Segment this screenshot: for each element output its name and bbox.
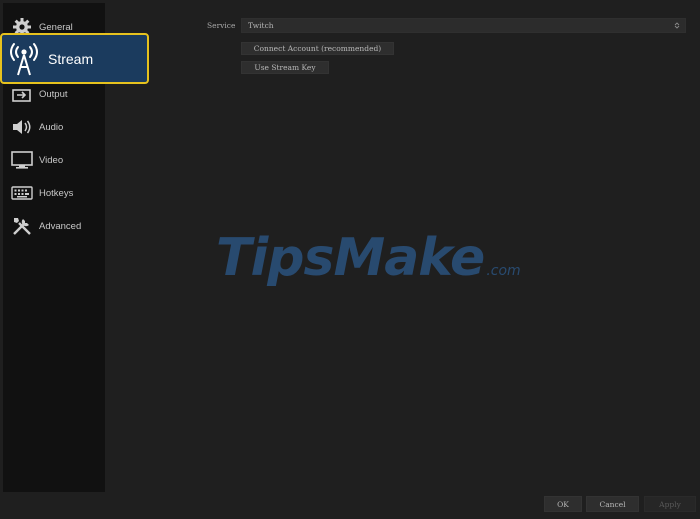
sidebar-item-hotkeys[interactable]: Hotkeys	[11, 182, 101, 204]
sidebar-item-label: Hotkeys	[39, 187, 74, 199]
sidebar-item-label: Audio	[39, 121, 64, 133]
service-select-value: Twitch	[248, 21, 274, 30]
ok-button[interactable]: OK	[544, 496, 582, 512]
settings-window: General Output Audio Video Hotkeys Advan…	[0, 0, 700, 519]
watermark-text: TipsMake	[216, 228, 485, 288]
apply-button[interactable]: Apply	[644, 496, 696, 512]
sidebar-item-label: Advanced	[39, 220, 82, 232]
monitor-icon	[11, 149, 33, 171]
sidebar-item-stream[interactable]: Stream	[0, 33, 149, 84]
tools-icon	[11, 215, 33, 237]
watermark-logo: TipsMake .com	[216, 228, 521, 288]
sidebar-item-label: Video	[39, 154, 64, 166]
sidebar-item-output[interactable]: Output	[11, 83, 101, 105]
broadcast-antenna-icon	[8, 40, 40, 78]
cancel-button[interactable]: Cancel	[586, 496, 639, 512]
output-icon	[11, 83, 33, 105]
service-label: Service	[207, 21, 236, 30]
watermark-suffix: .com	[486, 263, 521, 279]
sidebar-item-label: General	[39, 21, 73, 33]
sidebar-item-video[interactable]: Video	[11, 149, 101, 171]
service-select[interactable]: Twitch	[241, 18, 686, 33]
sidebar-item-audio[interactable]: Audio	[11, 116, 101, 138]
sidebar-item-label: Output	[39, 88, 68, 100]
sidebar-item-advanced[interactable]: Advanced	[11, 215, 101, 237]
connect-account-button[interactable]: Connect Account (recommended)	[241, 42, 394, 55]
speaker-icon	[11, 116, 33, 138]
use-stream-key-button[interactable]: Use Stream Key	[241, 61, 329, 74]
keyboard-icon	[11, 182, 33, 204]
sidebar-item-label: Stream	[48, 50, 94, 67]
chevron-updown-icon	[674, 22, 680, 29]
